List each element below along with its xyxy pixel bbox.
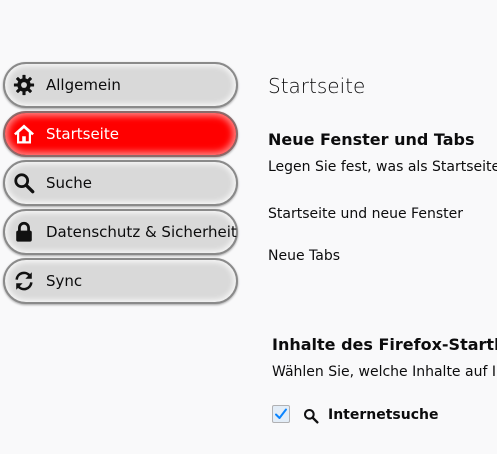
new-tabs-label: Neue Tabs <box>268 248 341 264</box>
sidebar-item-label: Startseite <box>46 125 119 143</box>
search-icon <box>12 171 36 195</box>
homepage-label: Startseite und neue Fenster <box>268 206 463 222</box>
home-content-description: Wählen Sie, welche Inhalte auf Ihre <box>272 364 497 380</box>
preferences-page: Allgemein Startseite Suche Datenschutz &… <box>0 0 497 454</box>
home-icon <box>12 122 36 146</box>
sidebar-item-home[interactable]: Startseite <box>3 111 238 157</box>
sidebar-item-label: Suche <box>46 174 93 192</box>
sidebar-item-general[interactable]: Allgemein <box>3 62 238 108</box>
new-windows-description: Legen Sie fest, was als Startseite sc <box>268 159 497 175</box>
sidebar-item-label: Datenschutz & Sicherheit <box>46 223 237 241</box>
sidebar-item-privacy[interactable]: Datenschutz & Sicherheit <box>3 209 238 255</box>
sidebar-item-search[interactable]: Suche <box>3 160 238 206</box>
home-content-heading: Inhalte des Firefox-Startbildsc <box>272 335 497 354</box>
sync-icon <box>12 269 36 293</box>
search-icon <box>303 408 319 424</box>
new-windows-heading: Neue Fenster und Tabs <box>268 130 475 149</box>
web-search-label[interactable]: Internetsuche <box>328 407 438 423</box>
lock-icon <box>12 220 36 244</box>
web-search-checkbox[interactable] <box>272 405 290 423</box>
sidebar-item-sync[interactable]: Sync <box>3 258 238 304</box>
page-title: Startseite <box>268 74 366 98</box>
sidebar-item-label: Sync <box>46 272 83 290</box>
checkmark-icon <box>275 408 287 419</box>
sidebar-item-label: Allgemein <box>46 76 121 94</box>
gear-icon <box>12 73 36 97</box>
